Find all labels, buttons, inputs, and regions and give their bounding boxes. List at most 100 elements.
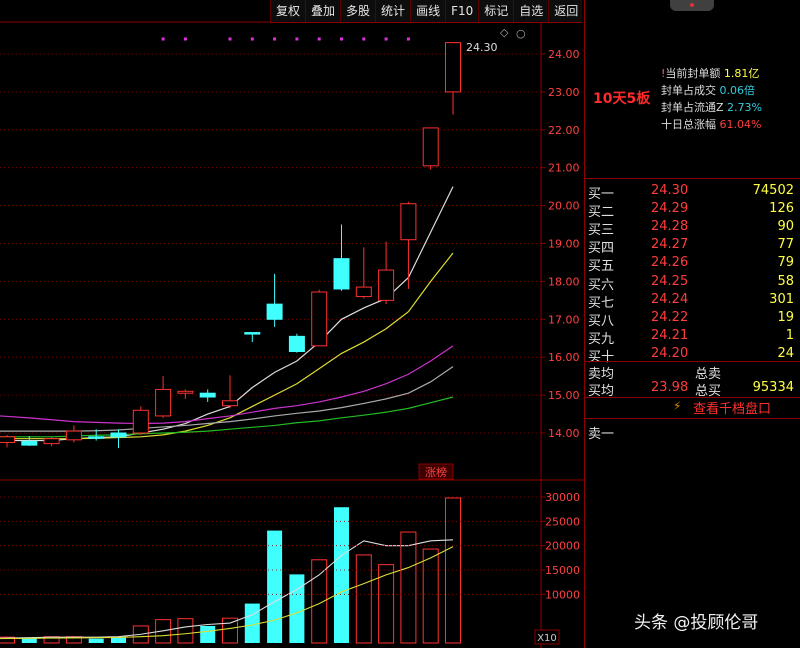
limit-up-dot (161, 37, 165, 41)
stat-value: 1.81亿 (723, 67, 760, 80)
total-buy-vol: 95334 (752, 380, 794, 395)
volume-tick-label: 20000 (545, 540, 580, 553)
limit-up-tag: 涨榜 (425, 465, 447, 479)
volume-tick-label: 25000 (545, 515, 580, 528)
order-book-row[interactable]: 买一 24.30 74502 (585, 182, 800, 202)
bid-price: 24.22 (651, 309, 689, 325)
stat-label: 封单占成交 (661, 84, 716, 97)
price-tick-label: 20.00 (548, 200, 580, 213)
limit-up-markers (161, 37, 410, 41)
candle-body (333, 258, 350, 290)
candle-body (445, 42, 461, 93)
volume-bar (445, 497, 461, 644)
order-book-row[interactable]: 买六 24.25 58 (585, 273, 800, 293)
bid-price: 24.28 (651, 219, 689, 235)
candlesticks (0, 42, 461, 449)
bid-price: 24.25 (651, 273, 689, 289)
bid-volume: 1 (785, 327, 794, 343)
panel-toggle-button[interactable] (670, 0, 714, 11)
bid-price: 24.27 (651, 237, 689, 253)
quote-panel: 10天5板 !当前封单额 1.81亿 封单占成交 0.06倍 封单占流通Z 2.… (584, 0, 800, 648)
candle-body (355, 286, 372, 298)
stat-value: 61.04% (719, 118, 762, 131)
toolbar-btn-draw[interactable]: 画线 (410, 0, 445, 22)
stat-value: 0.06倍 (719, 84, 756, 97)
candle-body (177, 390, 194, 394)
volume-bar (422, 548, 439, 644)
bid-volume: 58 (777, 273, 794, 289)
limit-up-dot (406, 37, 410, 41)
stat-label: 十日总涨幅 (661, 118, 716, 131)
circle-icon[interactable]: ○ (516, 27, 526, 40)
bid-volume: 126 (769, 201, 794, 217)
sell-one-label: 卖一 (588, 427, 615, 442)
toolbar-btn-mark[interactable]: 标记 (478, 0, 513, 22)
order-book-row[interactable]: 买三 24.28 90 (585, 218, 800, 238)
price-tick-label: 24.00 (548, 48, 580, 61)
price-tick-label: 23.00 (548, 86, 580, 99)
order-book-row[interactable]: 买七 24.24 301 (585, 291, 800, 311)
bid-price: 24.30 (651, 183, 689, 198)
bid-volume: 74502 (752, 183, 794, 198)
limit-up-dot (250, 37, 254, 41)
order-book-row[interactable]: 买九 24.21 1 (585, 327, 800, 347)
volume-tick-label: 10000 (545, 588, 580, 601)
stat-value: 2.73% (727, 101, 762, 114)
toolbar-btn-back[interactable]: 返回 (548, 0, 583, 22)
toolbar-btn-multi[interactable]: 多股 (340, 0, 375, 22)
candle-body (222, 400, 238, 407)
volume-bar (222, 617, 238, 644)
candle-body (266, 303, 283, 320)
bid-volume: 24 (777, 345, 794, 361)
bid-price: 24.24 (651, 291, 689, 307)
order-book-row[interactable]: 买八 24.22 19 (585, 309, 800, 329)
divider (585, 178, 800, 179)
chart-annotations: 涨榜 24.30 ◇ ○ X10 (418, 26, 560, 645)
candle-body (311, 291, 328, 347)
order-book-row[interactable]: 买四 24.27 77 (585, 236, 800, 256)
buy-avg-price: 23.98 (651, 380, 689, 395)
bid-volume: 79 (777, 255, 794, 271)
order-book-row[interactable]: 买二 24.29 126 (585, 200, 800, 220)
price-axis: 24.00 23.00 22.00 21.00 20.00 19.00 18.00 17.00… (0, 48, 580, 440)
limit-up-dot (228, 37, 232, 41)
diamond-icon[interactable]: ◇ (500, 26, 509, 39)
volume-bar (355, 554, 372, 644)
watermark-text: 头条 @投顾伦哥 (634, 613, 759, 633)
candle-body (21, 440, 38, 446)
stat-ten-day-gain: 十日总涨幅 61.04% (661, 116, 761, 132)
price-tick-label: 18.00 (548, 275, 580, 288)
limit-up-dot (340, 37, 343, 41)
bid-price: 24.29 (651, 201, 689, 217)
lightning-icon: ⚡ (673, 399, 682, 413)
toolbar-btn-stats[interactable]: 统计 (375, 0, 410, 22)
candle-body (43, 438, 60, 445)
price-tick-label: 15.00 (548, 389, 580, 402)
volume-bar (289, 574, 305, 643)
candle-body (110, 432, 127, 438)
limit-up-dot (295, 37, 299, 41)
price-tick-label: 14.00 (548, 427, 580, 440)
volume-bar (111, 637, 126, 643)
limit-up-dot (317, 37, 321, 41)
candle-body (422, 127, 439, 167)
toolbar-btn-watchlist[interactable]: 自选 (513, 0, 548, 22)
price-tick-label: 22.00 (548, 124, 580, 137)
volume-bar (88, 638, 104, 643)
toolbar-btn-f10[interactable]: F10 (445, 0, 478, 22)
toolbar-btn-overlay[interactable]: 叠加 (305, 0, 340, 22)
bid-volume: 301 (769, 291, 794, 307)
volume-bar (177, 618, 194, 644)
kline-chart[interactable]: 24.00 23.00 22.00 21.00 20.00 19.00 18.00 17.00… (0, 0, 584, 648)
view-thousand-gear-link[interactable]: 查看千档盘口 (693, 398, 771, 417)
limit-up-dot (362, 37, 366, 41)
candle-body (400, 203, 417, 241)
toolbar-btn-adjust[interactable]: 复权 (270, 0, 305, 22)
candle-body (244, 332, 261, 335)
bid-volume: 77 (777, 237, 794, 253)
volume-tick-label: 30000 (545, 491, 580, 504)
limit-up-streak-banner: 10天5板 (593, 91, 651, 107)
candle-body (132, 409, 149, 434)
bid-volume: 90 (777, 219, 794, 235)
order-book-row[interactable]: 买五 24.26 79 (585, 254, 800, 274)
